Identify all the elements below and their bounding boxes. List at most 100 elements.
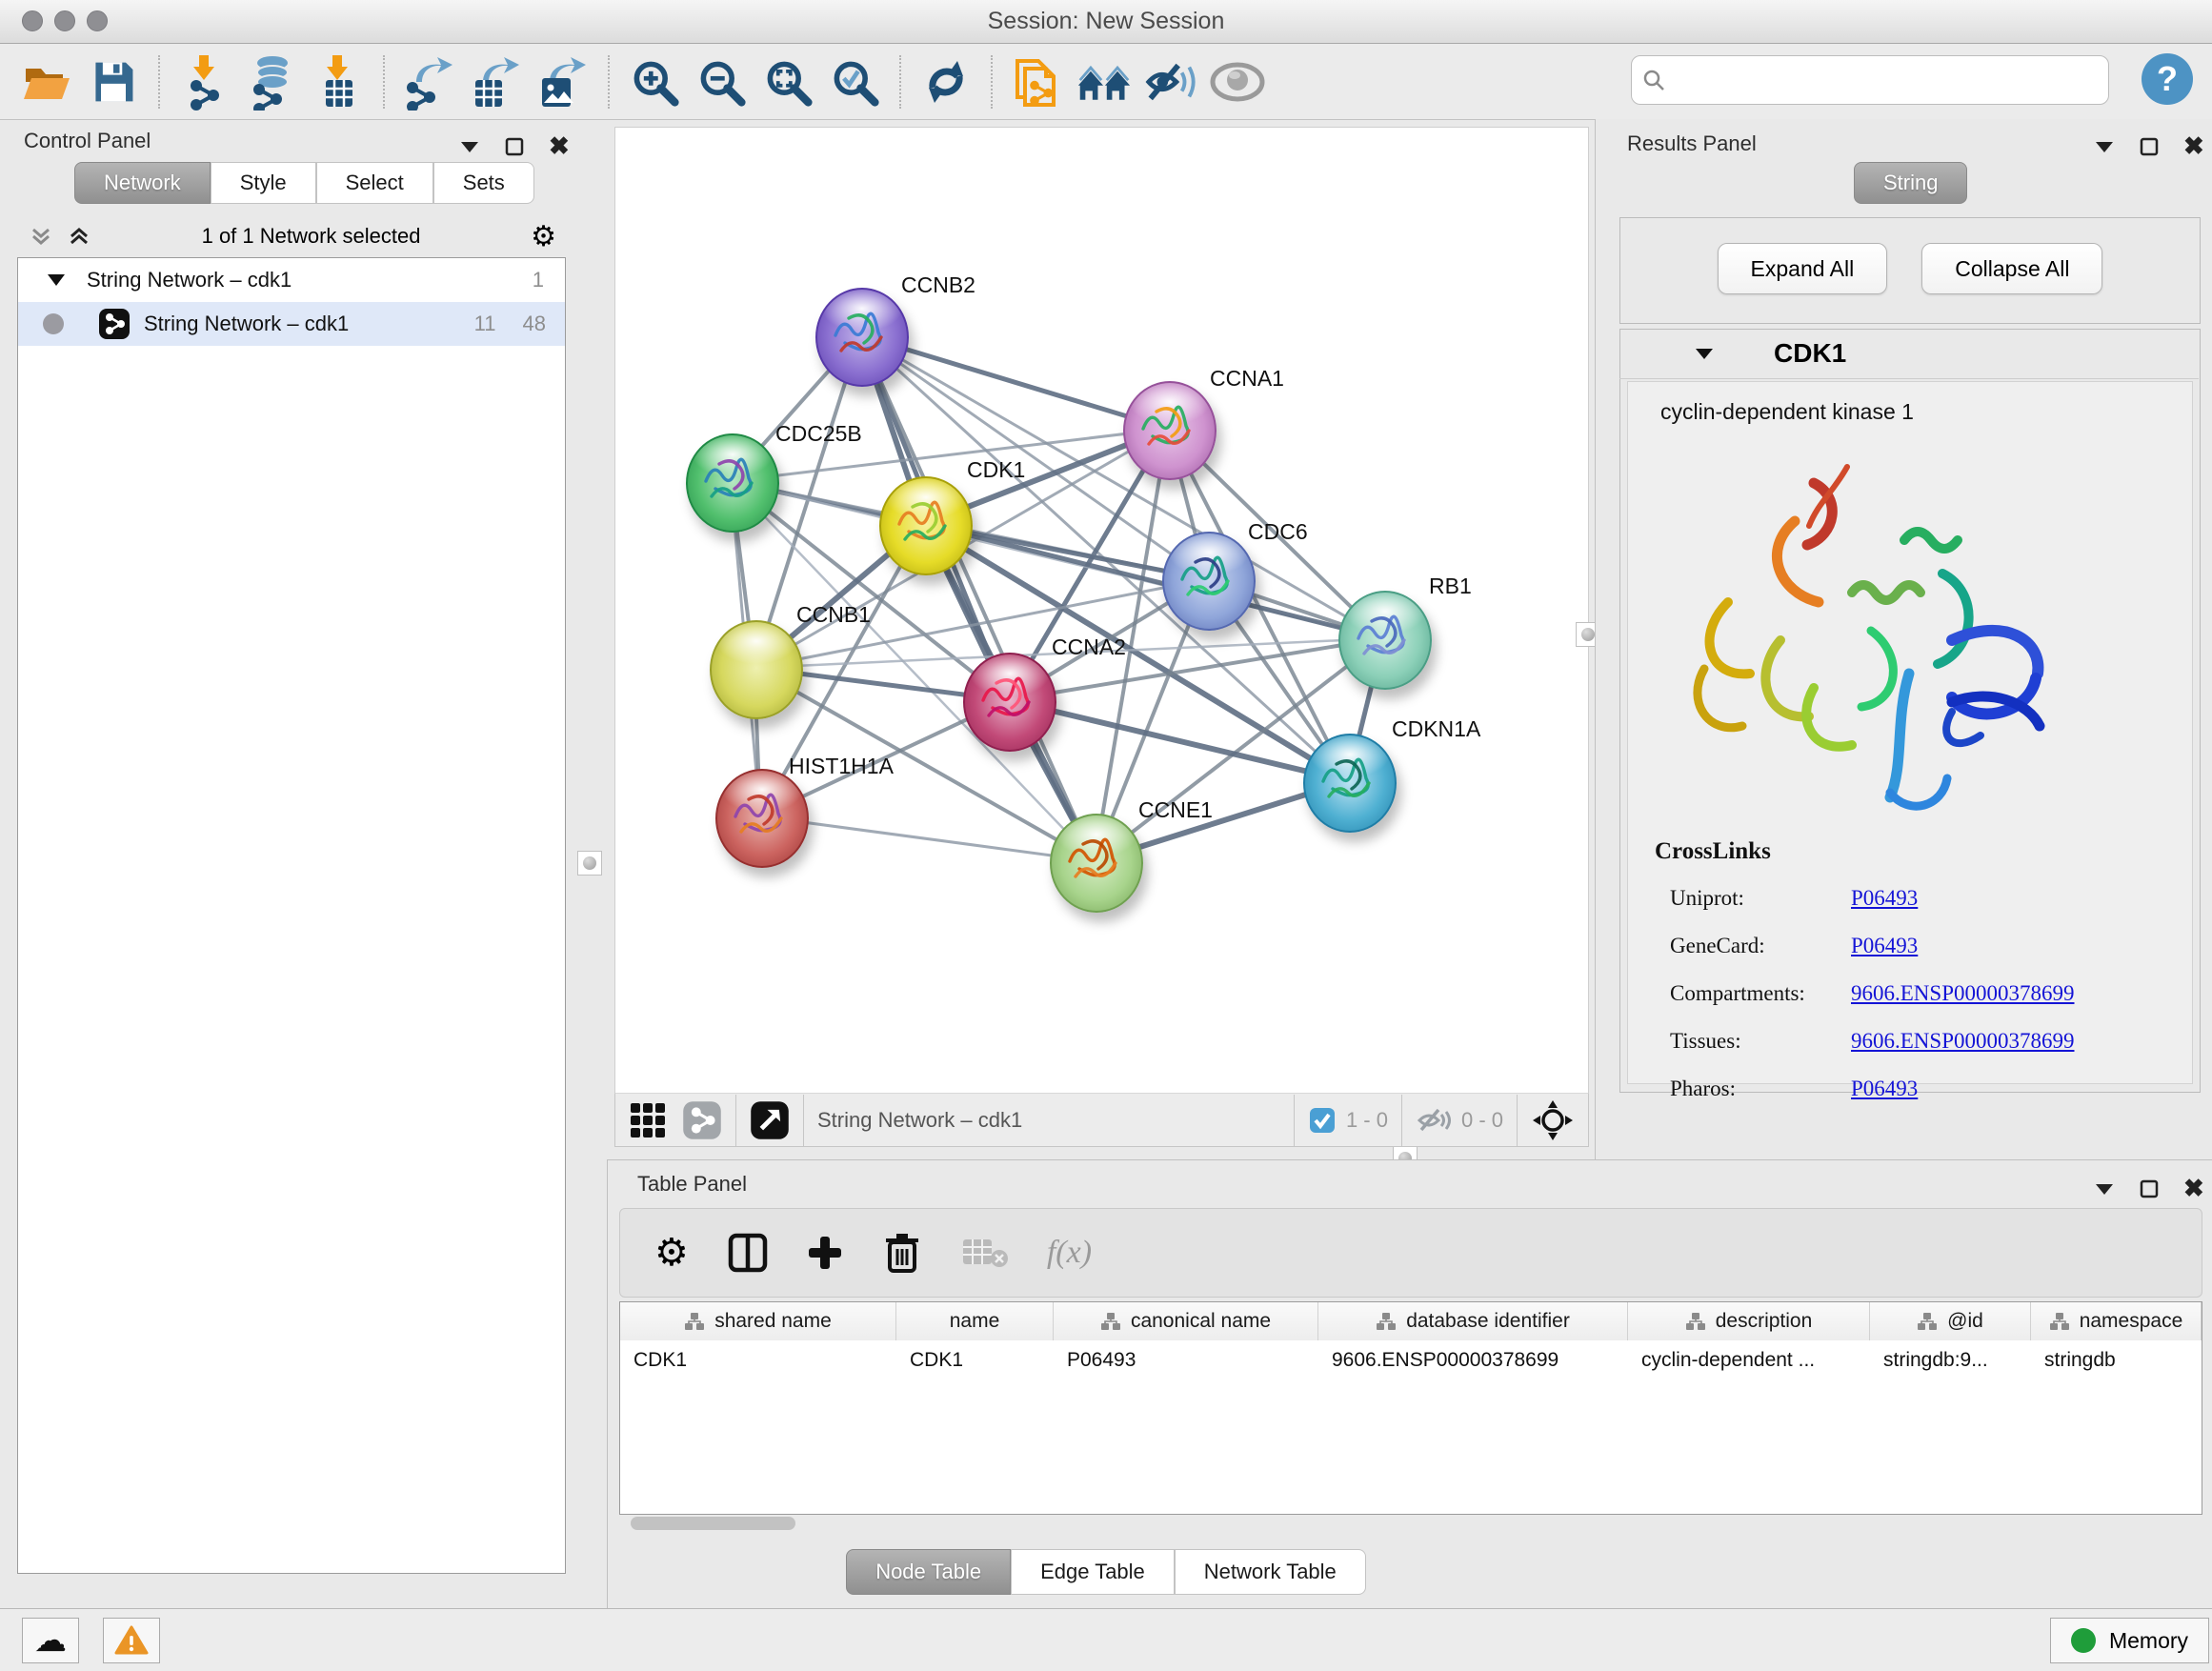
refresh-view-icon[interactable] bbox=[918, 54, 974, 110]
clone-network-icon[interactable] bbox=[1010, 54, 1065, 110]
tab-style[interactable]: Style bbox=[211, 162, 316, 204]
network-node-CDC6[interactable] bbox=[1162, 532, 1256, 631]
network-node-CCNB2[interactable] bbox=[815, 288, 909, 387]
tab-network-table[interactable]: Network Table bbox=[1175, 1549, 1366, 1595]
zoom-selected-icon[interactable] bbox=[827, 54, 882, 110]
search-box[interactable] bbox=[1631, 55, 2109, 105]
network-overview-icon[interactable] bbox=[1076, 54, 1132, 110]
panel-collapse-icon[interactable] bbox=[459, 140, 480, 153]
expand-all-button[interactable]: Expand All bbox=[1718, 243, 1888, 294]
network-canvas[interactable]: CCNB2CCNA1CDC25BCDK1CDC6RB1CCNB1CCNA2CDK… bbox=[614, 127, 1589, 1095]
node-label-CDC6: CDC6 bbox=[1248, 519, 1308, 545]
crosslink-value-link[interactable]: P06493 bbox=[1851, 1077, 1918, 1101]
zoom-in-icon[interactable] bbox=[627, 54, 682, 110]
tab-network[interactable]: Network bbox=[74, 162, 211, 204]
hide-details-icon[interactable] bbox=[1143, 54, 1198, 110]
export-image-icon[interactable] bbox=[535, 54, 591, 110]
delete-column-icon[interactable] bbox=[883, 1231, 921, 1275]
edge-HIST1H1A-CCNE1[interactable] bbox=[760, 816, 1095, 861]
network-edges bbox=[615, 128, 1588, 1094]
column-visibility-icon[interactable] bbox=[727, 1232, 769, 1274]
import-network-icon[interactable] bbox=[177, 54, 232, 110]
crosslink-label: Compartments: bbox=[1670, 981, 1851, 1006]
tab-string[interactable]: String bbox=[1854, 162, 1967, 204]
open-session-icon[interactable] bbox=[19, 54, 74, 110]
column-header--id[interactable]: @id bbox=[1870, 1302, 2031, 1340]
network-node-CCNA2[interactable] bbox=[963, 653, 1056, 752]
panel-collapse-icon[interactable] bbox=[2094, 140, 2115, 153]
crosslink-label: GeneCard: bbox=[1670, 934, 1851, 958]
panel-collapse-icon[interactable] bbox=[2094, 1182, 2115, 1196]
search-input[interactable] bbox=[1676, 67, 2108, 93]
protein-section-header[interactable]: CDK1 bbox=[1619, 329, 2199, 379]
grid-view-icon[interactable] bbox=[629, 1101, 667, 1139]
protein-ribbon-thumbnail bbox=[1136, 396, 1202, 463]
panel-float-icon[interactable] bbox=[2140, 1179, 2159, 1198]
column-header-shared-name[interactable]: shared name bbox=[620, 1302, 896, 1340]
tree-expander-icon[interactable] bbox=[47, 273, 66, 287]
create-column-icon[interactable] bbox=[805, 1233, 845, 1273]
panel-float-icon[interactable] bbox=[505, 137, 524, 156]
import-database-icon[interactable] bbox=[244, 54, 299, 110]
tab-edge-table[interactable]: Edge Table bbox=[1011, 1549, 1175, 1595]
shared-column-icon bbox=[1100, 1312, 1121, 1331]
network-node-CCNA1[interactable] bbox=[1123, 381, 1217, 480]
section-expander-icon[interactable] bbox=[1694, 347, 1715, 360]
cloud-services-button[interactable]: ☁ bbox=[22, 1618, 79, 1663]
network-node-RB1[interactable] bbox=[1338, 591, 1432, 690]
left-splitter-handle[interactable] bbox=[577, 851, 602, 876]
column-header-description[interactable]: description bbox=[1628, 1302, 1870, 1340]
network-node-CCNE1[interactable] bbox=[1050, 814, 1143, 913]
table-row[interactable]: CDK1CDK1P064939606.ENSP00000378699cyclin… bbox=[620, 1340, 2202, 1380]
panel-float-icon[interactable] bbox=[2140, 137, 2159, 156]
column-header-namespace[interactable]: namespace bbox=[2031, 1302, 2202, 1340]
birdseye-crosshair-icon[interactable] bbox=[1531, 1098, 1575, 1142]
node-label-CCNA1: CCNA1 bbox=[1210, 366, 1284, 392]
detach-view-icon[interactable] bbox=[750, 1100, 790, 1140]
selected-checkbox-icon[interactable] bbox=[1308, 1106, 1337, 1135]
save-session-icon[interactable] bbox=[86, 54, 141, 110]
crosslink-row: Compartments:9606.ENSP00000378699 bbox=[1670, 970, 2192, 1017]
crosslink-label: Pharos: bbox=[1670, 1077, 1851, 1101]
network-node-CDKN1A[interactable] bbox=[1303, 734, 1397, 833]
zoom-out-icon[interactable] bbox=[694, 54, 749, 110]
warnings-button[interactable] bbox=[103, 1618, 160, 1663]
help-icon[interactable]: ? bbox=[2142, 53, 2193, 105]
network-node-CDC25B[interactable] bbox=[686, 433, 779, 533]
table-cell: cyclin-dependent ... bbox=[1628, 1340, 1870, 1380]
network-collection-row[interactable]: String Network – cdk1 1 bbox=[18, 258, 565, 302]
edge-CCNA2-CDKN1A[interactable] bbox=[1008, 700, 1348, 781]
collapse-all-button[interactable]: Collapse All bbox=[1921, 243, 2102, 294]
crosslink-value-link[interactable]: P06493 bbox=[1851, 886, 1918, 911]
crosslink-value-link[interactable]: 9606.ENSP00000378699 bbox=[1851, 1029, 2075, 1054]
panel-close-icon[interactable]: ✖ bbox=[2183, 131, 2204, 161]
column-header-database-identifier[interactable]: database identifier bbox=[1318, 1302, 1628, 1340]
crosslink-value-link[interactable]: 9606.ENSP00000378699 bbox=[1851, 981, 2075, 1006]
network-node-CDK1[interactable] bbox=[879, 476, 973, 575]
expand-all-networks-icon[interactable] bbox=[67, 224, 91, 249]
hidden-eye-icon[interactable] bbox=[1416, 1105, 1452, 1136]
show-details-icon[interactable] bbox=[1210, 54, 1265, 110]
panel-close-icon[interactable]: ✖ bbox=[549, 131, 570, 161]
share-view-icon[interactable] bbox=[682, 1100, 722, 1140]
table-options-gear-icon[interactable]: ⚙ bbox=[654, 1231, 689, 1275]
network-options-gear-icon[interactable]: ⚙ bbox=[531, 220, 556, 253]
tab-node-table[interactable]: Node Table bbox=[846, 1549, 1011, 1595]
zoom-fit-icon[interactable] bbox=[760, 54, 815, 110]
tab-select[interactable]: Select bbox=[316, 162, 433, 204]
table-horizontal-scrollbar[interactable] bbox=[631, 1517, 795, 1530]
network-node-HIST1H1A[interactable] bbox=[715, 769, 809, 868]
column-header-name[interactable]: name bbox=[896, 1302, 1054, 1340]
export-table-icon[interactable] bbox=[469, 54, 524, 110]
crosslink-value-link[interactable]: P06493 bbox=[1851, 934, 1918, 958]
import-table-icon[interactable] bbox=[311, 54, 366, 110]
network-row[interactable]: String Network – cdk1 11 48 bbox=[18, 302, 565, 346]
panel-close-icon[interactable]: ✖ bbox=[2183, 1174, 2204, 1203]
collapse-all-networks-icon[interactable] bbox=[29, 224, 53, 249]
export-network-icon[interactable] bbox=[402, 54, 457, 110]
memory-button[interactable]: Memory bbox=[2050, 1618, 2209, 1663]
tab-sets[interactable]: Sets bbox=[433, 162, 534, 204]
edge-CCNB2-CCNE1[interactable] bbox=[860, 335, 1095, 861]
column-header-canonical-name[interactable]: canonical name bbox=[1054, 1302, 1318, 1340]
network-node-CCNB1[interactable] bbox=[710, 620, 803, 719]
